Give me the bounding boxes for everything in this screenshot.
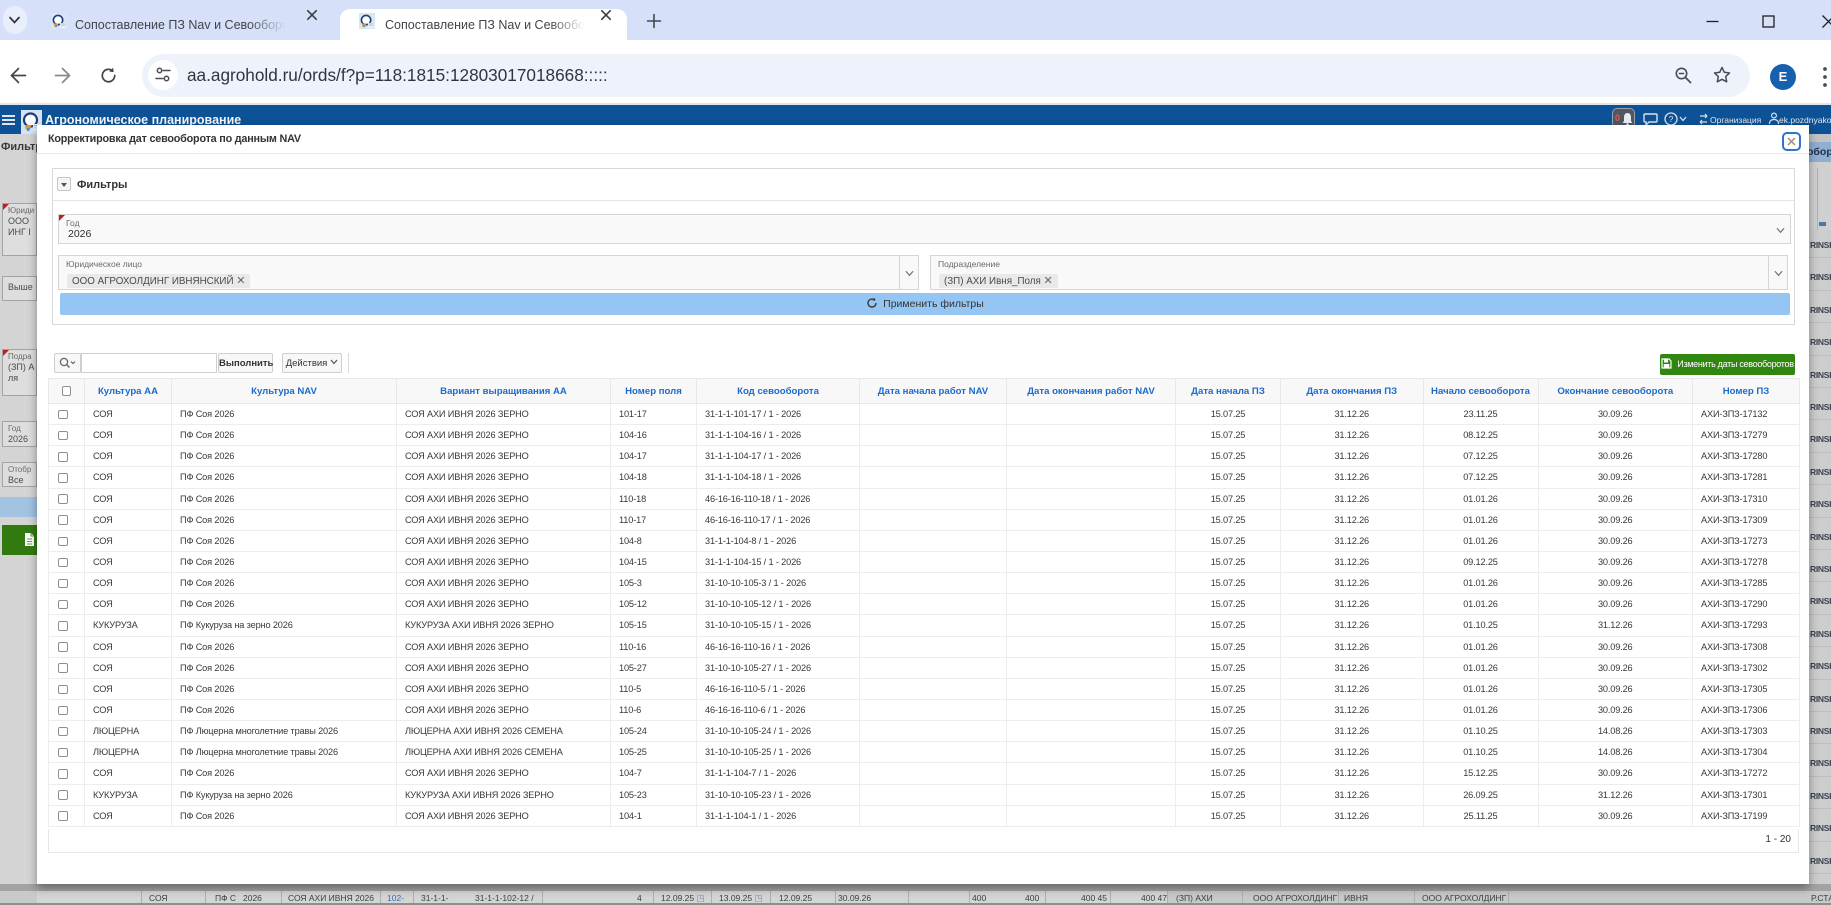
svg-text:?: ?: [1669, 114, 1674, 124]
